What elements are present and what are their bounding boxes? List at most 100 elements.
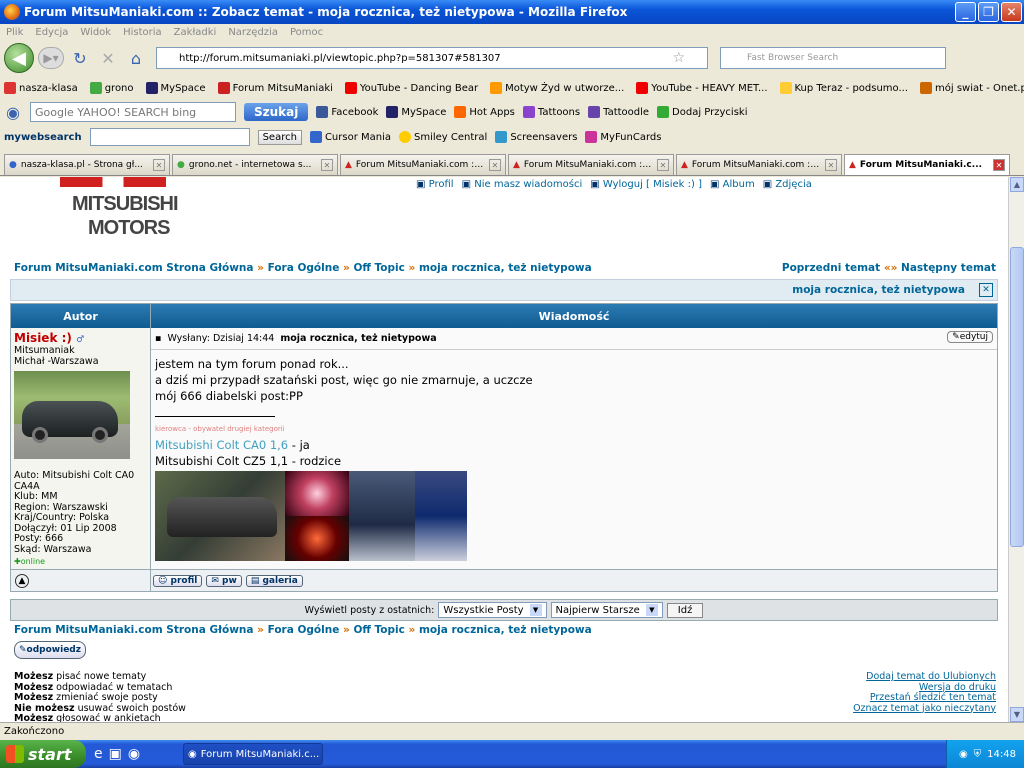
tab-close-icon[interactable]: ✕	[153, 159, 165, 171]
start-button[interactable]: start	[0, 740, 86, 768]
toolbar-link-smiley-central[interactable]: Smiley Central	[399, 131, 487, 143]
breadcrumb-topic[interactable]: moja rocznica, też nietypowa	[419, 624, 592, 636]
unwatch-topic-link[interactable]: Przestań śledzić ten temat	[853, 692, 996, 704]
mitsubishi-logo[interactable]: MITSUBISHI MOTORS	[60, 177, 190, 245]
edit-button[interactable]: ✎edytuj	[947, 331, 993, 343]
breadcrumb-offtopic[interactable]: Off Topic	[353, 624, 404, 636]
close-topic-icon[interactable]: ✕	[979, 283, 993, 297]
tab-close-icon[interactable]: ✕	[489, 159, 501, 171]
tab-close-icon[interactable]: ✕	[657, 159, 669, 171]
home-icon[interactable]: ⌂	[124, 46, 148, 70]
scroll-up-icon[interactable]: ▲	[1010, 177, 1024, 192]
photos-link[interactable]: ▣ Zdjęcia	[763, 179, 812, 190]
author-name[interactable]: Misiek :) ♂	[14, 331, 147, 345]
toolbar-link-tattoons[interactable]: Tattoons	[522, 106, 580, 118]
posts-order-select[interactable]: Najpierw Starsze ▼	[550, 602, 663, 618]
next-topic-link[interactable]: Następny temat	[901, 262, 996, 274]
tab-forum-3[interactable]: ▲ Forum MitsuManiaki.com ::... ✕	[676, 154, 842, 175]
toolbar-link-cursor-mania[interactable]: Cursor Mania	[309, 131, 391, 143]
gallery-button[interactable]: ▤ galeria	[245, 574, 303, 587]
reply-button[interactable]: ✎odpowiedz	[14, 641, 86, 659]
menu-history[interactable]: Historia	[123, 27, 162, 38]
posts-range-select[interactable]: Wszystkie Posty ▼	[438, 602, 547, 618]
toolbar-search-input[interactable]: Google YAHOO! SEARCH bing	[30, 102, 236, 122]
close-button[interactable]: ✕	[1001, 2, 1022, 22]
mywebsearch-search-button[interactable]: Search	[257, 129, 302, 145]
signature-link[interactable]: Mitsubishi Colt CA0 1,6	[155, 438, 288, 452]
tab-close-icon[interactable]: ✕	[825, 159, 837, 171]
bookmark-item[interactable]: MySpace	[145, 82, 206, 94]
stop-icon[interactable]: ✕	[96, 46, 120, 70]
pm-button[interactable]: ✉ pw	[206, 574, 242, 587]
shield-icon[interactable]: ⛨	[974, 749, 982, 760]
breadcrumb-forums[interactable]: Fora Ogólne	[268, 262, 340, 274]
mark-unread-link[interactable]: Oznacz temat jako nieczytany	[853, 703, 996, 715]
menu-tools[interactable]: Narzędzia	[228, 27, 278, 38]
back-to-top-icon[interactable]: ▲	[15, 573, 29, 588]
tab-forum-1[interactable]: ▲ Forum MitsuManiaki.com ::... ✕	[340, 154, 506, 175]
minimize-button[interactable]: _	[955, 2, 976, 22]
logout-link[interactable]: ▣ Wyloguj [ Misiek :) ]	[590, 179, 702, 190]
previous-topic-link[interactable]: Poprzedni temat	[782, 262, 880, 274]
search-input[interactable]: Fast Browser Search	[720, 47, 946, 69]
bookmark-item[interactable]: grono	[89, 82, 134, 94]
tab-grono[interactable]: ● grono.net - internetowa s... ✕	[172, 154, 338, 175]
scroll-down-icon[interactable]: ▼	[1010, 707, 1024, 722]
breadcrumb-home[interactable]: Forum MitsuManiaki.com Strona Główna	[14, 624, 253, 636]
tab-close-icon[interactable]: ✕	[993, 159, 1005, 171]
bookmark-item[interactable]: mój swiat - Onet.pl Blog	[920, 82, 1024, 94]
toolbar-link-hotapps[interactable]: Hot Apps	[454, 106, 515, 118]
profile-link[interactable]: ▣ Profil	[416, 179, 454, 190]
forward-button[interactable]: ▶▾	[38, 47, 64, 69]
menu-edit[interactable]: Edycja	[35, 27, 68, 38]
firefox-quick-icon[interactable]: ◉	[128, 746, 140, 762]
toolbar-link-myfuncards[interactable]: MyFunCards	[585, 131, 661, 143]
desktop-icon[interactable]: ▣	[109, 746, 122, 762]
go-button[interactable]: Idź	[666, 602, 704, 618]
network-icon[interactable]: ◉	[959, 749, 968, 760]
scroll-thumb[interactable]	[1010, 247, 1024, 547]
breadcrumb-forums[interactable]: Fora Ogólne	[268, 624, 340, 636]
toolbar-link-myspace[interactable]: MySpace	[386, 106, 446, 118]
toolbar-link-facebook[interactable]: Facebook	[316, 106, 378, 118]
topic-title[interactable]: moja rocznica, też nietypowa	[792, 284, 965, 296]
bookmark-star-icon[interactable]: ☆	[672, 50, 685, 66]
toolbar-link-tattoodle[interactable]: Tattoodle	[588, 106, 649, 118]
taskbar-firefox[interactable]: ◉ Forum MitsuManiaki.c...	[183, 743, 323, 765]
bookmark-item[interactable]: Motyw Żyd w utworze...	[490, 82, 624, 94]
bookmark-item[interactable]: YouTube - HEAVY MET...	[636, 82, 768, 94]
back-button[interactable]: ◀	[4, 43, 34, 73]
bookmark-item[interactable]: YouTube - Dancing Bear	[344, 82, 478, 94]
menu-file[interactable]: Plik	[6, 27, 23, 38]
messages-link[interactable]: ▣ Nie masz wiadomości	[462, 179, 583, 190]
bookmark-item[interactable]: nasza-klasa	[4, 82, 78, 94]
breadcrumb-offtopic[interactable]: Off Topic	[353, 262, 404, 274]
tab-close-icon[interactable]: ✕	[321, 159, 333, 171]
tab-forum-2[interactable]: ▲ Forum MitsuManiaki.com ::... ✕	[508, 154, 674, 175]
reload-icon[interactable]: ↻	[68, 46, 92, 70]
menu-help[interactable]: Pomoc	[290, 27, 323, 38]
ie-icon[interactable]: e	[94, 746, 103, 762]
breadcrumb-topic[interactable]: moja rocznica, też nietypowa	[419, 262, 592, 274]
tab-nasza-klasa[interactable]: ● nasza-klasa.pl - Strona gł... ✕	[4, 154, 170, 175]
url-bar[interactable]: http://forum.mitsumaniaki.pl/viewtopic.p…	[156, 47, 708, 69]
add-favorite-link[interactable]: Dodaj temat do Ulubionych	[853, 671, 996, 683]
album-link[interactable]: ▣ Album	[710, 179, 755, 190]
toolbar-link-add-buttons[interactable]: Dodaj Przyciski	[657, 106, 748, 118]
prevnext-separator: «»	[883, 262, 898, 274]
menu-bookmarks[interactable]: Zakładki	[174, 27, 217, 38]
profile-button[interactable]: ☺ profil	[153, 574, 203, 587]
author-panel: Misiek :) ♂ Mitsumaniak Michał -Warszawa…	[11, 328, 151, 569]
menu-view[interactable]: Widok	[80, 27, 111, 38]
vertical-scrollbar[interactable]: ▲ ▼	[1008, 177, 1024, 722]
bookmark-item[interactable]: Forum MitsuManiaki	[217, 82, 333, 94]
breadcrumb-home[interactable]: Forum MitsuManiaki.com Strona Główna	[14, 262, 253, 274]
szukaj-button[interactable]: Szukaj	[244, 103, 309, 121]
toolbar-logo-icon[interactable]: ◉	[4, 103, 22, 122]
mywebsearch-input[interactable]	[89, 128, 250, 146]
bookmark-item[interactable]: Kup Teraz - podsumo...	[779, 82, 908, 94]
toolbar-link-screensavers[interactable]: Screensavers	[495, 131, 577, 143]
tab-forum-active[interactable]: ▲ Forum MitsuManiaki.c... ✕	[844, 154, 1010, 175]
post-footer: ▲ ☺ profil ✉ pw ▤ galeria	[11, 569, 997, 591]
maximize-button[interactable]: ❐	[978, 2, 999, 22]
